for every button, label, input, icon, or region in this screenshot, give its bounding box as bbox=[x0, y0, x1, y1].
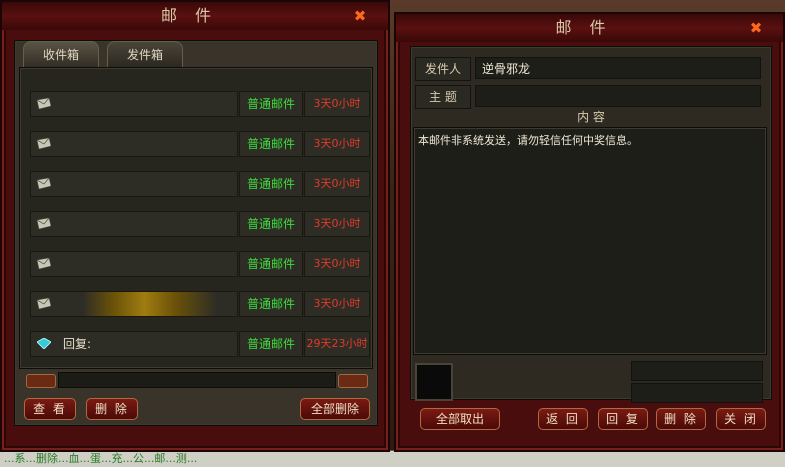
mail-read-window: 邮件 ✖ 发件人 逆骨邪龙 主 题 内 容 本邮件非系统发送，请勿轻信任何中奖信… bbox=[394, 12, 785, 452]
back-button[interactable]: 返 回 bbox=[538, 408, 588, 430]
mail-expiry: 3天0小时 bbox=[304, 171, 370, 197]
mail-row[interactable]: 普通邮件 3天0小时 bbox=[30, 251, 370, 277]
mail-row[interactable]: 普通邮件 3天0小时 bbox=[30, 91, 370, 117]
close-button[interactable]: 关 闭 bbox=[716, 408, 766, 430]
sender-field: 逆骨邪龙 bbox=[475, 57, 761, 79]
content-label: 内 容 bbox=[577, 110, 605, 124]
scroll-right-button[interactable] bbox=[338, 374, 368, 388]
mail-row[interactable]: 回复: 普通邮件 29天23小时 bbox=[30, 331, 370, 357]
tab-inbox[interactable]: 收件箱 bbox=[23, 41, 99, 68]
reply-button[interactable]: 回 复 bbox=[598, 408, 648, 430]
mail-type: 普通邮件 bbox=[239, 291, 303, 317]
mail-row[interactable]: 普通邮件 3天0小时 bbox=[30, 131, 370, 157]
take-all-button[interactable]: 全部取出 bbox=[420, 408, 500, 430]
mail-expiry: 3天0小时 bbox=[304, 251, 370, 277]
attachment-info-field-2 bbox=[631, 383, 763, 403]
mail-row[interactable]: 普通邮件 3天0小时 bbox=[30, 291, 370, 317]
delete-all-button[interactable]: 全部删除 bbox=[300, 398, 370, 420]
mail-inbox-window: 邮件 ✖ 收件箱 发件箱 普通邮件 3天0小时 普通邮件 3天0小时 普通邮件 3天0小时… bbox=[0, 0, 390, 452]
window-title: 邮件 bbox=[2, 2, 388, 30]
mail-type: 普通邮件 bbox=[239, 91, 303, 117]
envelope-icon bbox=[37, 138, 51, 149]
sender-label: 发件人 bbox=[415, 57, 471, 81]
chat-strip: ...系...删除...血...蛋...充...公...邮...测... bbox=[0, 450, 785, 467]
subject-label: 主 题 bbox=[415, 85, 471, 109]
mail-expiry: 3天0小时 bbox=[304, 131, 370, 157]
mail-row[interactable]: 普通邮件 3天0小时 bbox=[30, 211, 370, 237]
window-title: 邮件 bbox=[396, 14, 783, 42]
scroll-left-button[interactable] bbox=[26, 374, 56, 388]
envelope-icon bbox=[37, 298, 51, 309]
attachment-slot[interactable] bbox=[415, 363, 453, 401]
mail-expiry: 3天0小时 bbox=[304, 211, 370, 237]
mail-type: 普通邮件 bbox=[239, 131, 303, 157]
envelope-icon bbox=[37, 218, 51, 229]
subject-field bbox=[475, 85, 761, 107]
mail-type: 普通邮件 bbox=[239, 211, 303, 237]
envelope-icon bbox=[37, 258, 51, 269]
mail-subject-text: 回复: bbox=[63, 337, 92, 351]
close-icon[interactable]: ✖ bbox=[748, 20, 764, 36]
envelope-icon bbox=[37, 178, 51, 189]
mail-subject-cell[interactable] bbox=[30, 171, 238, 197]
mail-subject-cell[interactable] bbox=[30, 91, 238, 117]
scrollbar-track[interactable] bbox=[58, 372, 336, 388]
mail-expiry: 3天0小时 bbox=[304, 91, 370, 117]
delete-button[interactable]: 删 除 bbox=[656, 408, 706, 430]
chat-strip-text: ...系...删除...血...蛋...充...公...邮...测... bbox=[4, 452, 198, 465]
read-panel: 发件人 逆骨邪龙 主 题 内 容 本邮件非系统发送，请勿轻信任何中奖信息。 bbox=[410, 46, 772, 403]
delete-button[interactable]: 删 除 bbox=[86, 398, 138, 420]
view-button[interactable]: 查 看 bbox=[24, 398, 76, 420]
mail-expiry: 3天0小时 bbox=[304, 291, 370, 317]
mail-type: 普通邮件 bbox=[239, 331, 303, 357]
mail-subject-cell[interactable]: 回复: bbox=[30, 331, 238, 357]
attachment-info-field bbox=[631, 361, 763, 381]
mail-subject-cell[interactable] bbox=[30, 251, 238, 277]
mail-subject-cell[interactable] bbox=[30, 211, 238, 237]
gem-icon bbox=[37, 338, 51, 349]
mail-type: 普通邮件 bbox=[239, 251, 303, 277]
mail-row[interactable]: 普通邮件 3天0小时 bbox=[30, 171, 370, 197]
tab-outbox[interactable]: 发件箱 bbox=[107, 41, 183, 68]
mail-subject-cell[interactable] bbox=[30, 131, 238, 157]
content-body: 本邮件非系统发送，请勿轻信任何中奖信息。 bbox=[413, 127, 767, 355]
envelope-icon bbox=[37, 98, 51, 109]
mail-subject-cell[interactable] bbox=[30, 291, 238, 317]
mail-expiry: 29天23小时 bbox=[304, 331, 370, 357]
mail-type: 普通邮件 bbox=[239, 171, 303, 197]
close-icon[interactable]: ✖ bbox=[352, 8, 368, 24]
